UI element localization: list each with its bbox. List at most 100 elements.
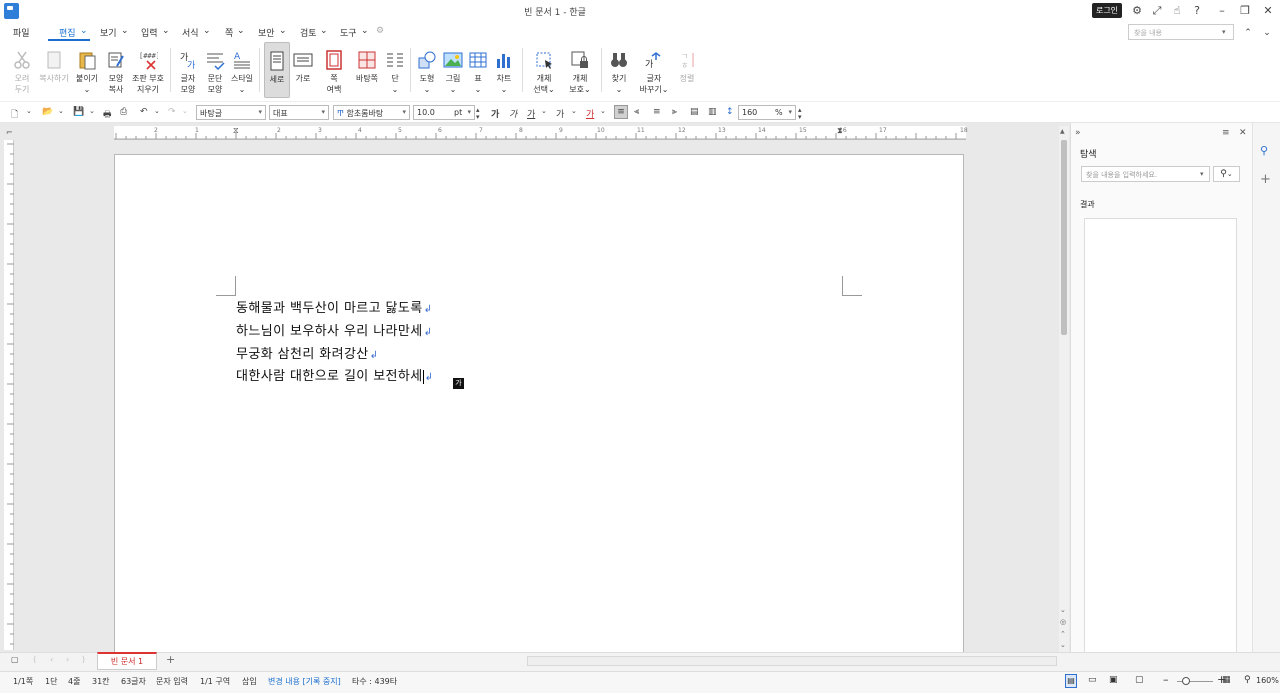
extension-icon[interactable]: ⚙	[376, 26, 384, 36]
italic-button[interactable]: 가	[509, 107, 517, 120]
menu-format[interactable]: 서식	[182, 26, 199, 39]
menu-review[interactable]: 검토	[300, 26, 317, 39]
zoom-icon[interactable]: ⚲	[1244, 675, 1251, 685]
distribute-align-icon[interactable]: ▤	[690, 107, 699, 117]
last-tab-icon[interactable]: ⟩	[82, 655, 85, 664]
zoom-fit-icon[interactable]: ▦	[1222, 675, 1231, 685]
chart-button[interactable]: 차트 ⌄	[492, 42, 516, 98]
scroll-down-icon[interactable]: ⌄	[1060, 606, 1066, 614]
next-page-icon[interactable]: ⌄	[1060, 641, 1066, 649]
chevron-down-icon[interactable]: ⌄	[58, 107, 64, 115]
format-painter-button[interactable]: 모양 복사	[103, 42, 129, 98]
copy-button[interactable]: 복사하기	[38, 42, 70, 98]
print-icon[interactable]: 🖶	[103, 107, 112, 123]
sort-button[interactable]: ㄱㅎ 정렬	[675, 42, 699, 98]
zoom-out-button[interactable]: –	[1163, 673, 1169, 686]
picture-button[interactable]: 그림 ⌄	[441, 42, 465, 98]
left-indent-marker-icon[interactable]: ⧖	[233, 126, 239, 136]
table-button[interactable]: 표 ⌄	[467, 42, 489, 98]
bold-button[interactable]: 가	[491, 107, 499, 120]
select-object-button[interactable]: 개체 선택⌄	[530, 42, 558, 98]
save-icon[interactable]: 💾	[73, 107, 84, 117]
font-size-input[interactable]: 10.0 pt ▾	[413, 105, 475, 120]
document-page[interactable]	[114, 154, 964, 654]
undo-icon[interactable]: ↶	[140, 107, 148, 117]
paste-button[interactable]: 붙이기 ⌄	[73, 42, 101, 98]
scroll-thumb[interactable]	[1061, 140, 1067, 335]
status-track-changes[interactable]: 변경 내용 [기록 중지]	[268, 676, 341, 687]
document-line[interactable]: 동해물과 백두산이 마르고 닳도록↲	[236, 297, 432, 316]
fit-page-icon[interactable]: ▢	[1135, 675, 1144, 685]
align-left-icon[interactable]: ⫷	[634, 107, 639, 117]
align-right-icon[interactable]: ⫸	[672, 107, 677, 117]
add-tab-button[interactable]: +	[166, 653, 175, 666]
para-shape-button[interactable]: 문단 모양	[202, 42, 228, 98]
replace-button[interactable]: 가 글자 바꾸기⌄	[638, 42, 670, 98]
touch-hand-icon[interactable]: ☝	[1169, 3, 1185, 19]
protect-object-button[interactable]: 개체 보호⌄	[566, 42, 594, 98]
panel-find-button[interactable]: ⚲⌄	[1213, 166, 1240, 182]
size-stepper-icon[interactable]: ▴ ▾	[476, 107, 480, 121]
expand-icon[interactable]: ⤢	[1149, 3, 1165, 19]
style-select[interactable]: 바탕글 ▾	[196, 105, 266, 120]
horizontal-ruler[interactable]: 2 1 2 3 4 5 6 7 8 9 10 11 12 13 14 15 16…	[114, 126, 968, 140]
chevron-down-icon[interactable]: ▾	[1200, 170, 1204, 178]
navigation-binoculars-icon[interactable]: ⚲	[1260, 144, 1268, 157]
document-line[interactable]: 하느님이 보우하사 우리 나라만세↲	[236, 320, 432, 339]
document-line[interactable]: 대한사람 대한으로 길이 보전하세 ↲	[236, 365, 433, 384]
add-pane-icon[interactable]: +	[1260, 172, 1271, 187]
style-button[interactable]: A 스타일 ⌄	[229, 42, 255, 98]
horizontal-scrollbar[interactable]	[527, 656, 1057, 666]
menu-security[interactable]: 보안	[258, 26, 275, 39]
restore-icon[interactable]: ❐	[1237, 3, 1253, 19]
portrait-button[interactable]: 세로	[264, 42, 290, 98]
panel-collapse-icon[interactable]: »	[1075, 128, 1081, 138]
redo-icon[interactable]: ↷	[168, 107, 176, 117]
menu-view[interactable]: 보기	[100, 26, 117, 39]
ribbon-collapse-icon[interactable]: ⌃	[1240, 25, 1256, 41]
right-indent-marker-icon[interactable]: ⧗	[837, 126, 843, 136]
chevron-down-icon[interactable]: ⌄	[541, 107, 547, 115]
chevron-down-icon[interactable]: ⌄	[600, 107, 606, 115]
chevron-down-icon[interactable]: ⌄	[89, 107, 95, 115]
ribbon-expand-icon[interactable]: ⌄	[1259, 25, 1275, 41]
landscape-button[interactable]: 가로	[291, 42, 315, 98]
status-input-mode[interactable]: 문자 입력	[156, 676, 188, 687]
panel-menu-icon[interactable]: ≡	[1222, 128, 1230, 138]
underline-button[interactable]: 가	[527, 107, 535, 120]
scroll-up-icon[interactable]: ▲	[1060, 128, 1065, 135]
vertical-ruler[interactable]	[4, 140, 14, 650]
chevron-down-icon[interactable]: ⌄	[571, 107, 577, 115]
normal-view-icon[interactable]: ▤	[1065, 674, 1077, 688]
menu-search-input[interactable]: 찾을 내용	[1128, 24, 1234, 40]
chevron-down-icon[interactable]: ▾	[1222, 28, 1226, 36]
font-color-button[interactable]: 가	[586, 107, 594, 120]
zoom-slider-thumb[interactable]	[1182, 677, 1190, 685]
menu-file[interactable]: 파일	[13, 26, 30, 39]
ruler-toggle-icon[interactable]: ⌐	[6, 128, 13, 137]
char-border-button[interactable]: 가	[556, 107, 564, 120]
print-preview-icon[interactable]: ⎙	[120, 107, 127, 117]
chevron-down-icon[interactable]: ⌄	[182, 107, 188, 115]
page-margin-button[interactable]: 쪽 여백	[321, 42, 347, 98]
cut-button[interactable]: 오려 두기	[8, 42, 36, 98]
chevron-down-icon[interactable]: ⌄	[26, 107, 32, 115]
panel-close-icon[interactable]: ✕	[1239, 128, 1247, 138]
spacing-stepper-icon[interactable]: ▴ ▾	[798, 107, 802, 121]
align-center-icon[interactable]: ≡	[653, 107, 661, 117]
results-list[interactable]	[1084, 218, 1237, 654]
prev-tab-icon[interactable]: ‹	[50, 655, 53, 664]
memo-icon[interactable]: ▢	[11, 655, 19, 664]
document-tab[interactable]: 빈 문서 1	[97, 652, 157, 670]
login-button[interactable]: 로그인	[1092, 3, 1122, 18]
char-shape-button[interactable]: 가가 글자 모양	[175, 42, 201, 98]
menu-tools[interactable]: 도구	[340, 26, 357, 39]
menu-edit[interactable]: 편집	[59, 26, 76, 39]
font-select[interactable]: Ͳ 함초롬바탕 ▾	[333, 105, 410, 120]
help-icon[interactable]: ?	[1189, 3, 1205, 19]
prev-page-icon[interactable]: ⌃	[1060, 630, 1066, 638]
status-insert[interactable]: 삽입	[242, 676, 257, 687]
menu-insert[interactable]: 입력	[141, 26, 158, 39]
next-tab-icon[interactable]: ›	[66, 655, 69, 664]
clear-markup-button[interactable]: [###] 조판 부호 지우기	[130, 42, 166, 98]
